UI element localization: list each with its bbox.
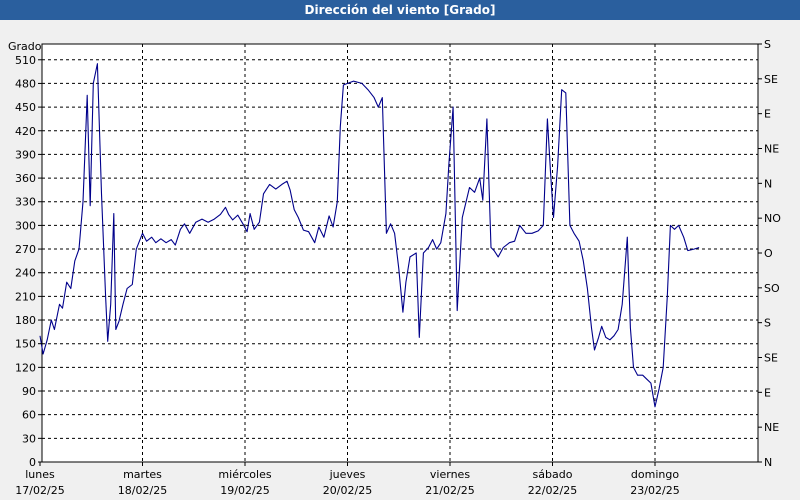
y-tick-label: 390	[15, 148, 36, 161]
compass-tick-label: N	[764, 456, 772, 469]
x-tick-day-label: miércoles	[218, 468, 271, 481]
y-tick-label: 300	[15, 219, 36, 232]
x-tick-day-label: domingo	[631, 468, 679, 481]
compass-tick-label: NO	[764, 212, 781, 225]
y-tick-label: 210	[15, 290, 36, 303]
wind-direction-chart: 0306090120150180210240270300330360390420…	[8, 38, 781, 497]
y-tick-label: 30	[22, 432, 36, 445]
compass-tick-label: N	[764, 177, 772, 190]
compass-tick-label: S	[764, 317, 771, 330]
y-tick-label: 60	[22, 409, 36, 422]
compass-axis: N NE E SE S SO O NO N NE E SE S	[758, 38, 781, 469]
x-tick-date-label: 19/02/25	[220, 484, 269, 497]
y-axis: 0306090120150180210240270300330360390420…	[15, 54, 42, 469]
compass-tick-label: E	[764, 108, 771, 121]
x-tick-day-label: lunes	[25, 468, 55, 481]
compass-tick-label: SO	[764, 282, 780, 295]
y-tick-label: 360	[15, 172, 36, 185]
x-tick-day-label: jueves	[329, 468, 366, 481]
compass-tick-label: O	[764, 247, 773, 260]
y-tick-label: 330	[15, 196, 36, 209]
x-tick-date-label: 17/02/25	[15, 484, 64, 497]
y-tick-label: 270	[15, 243, 36, 256]
y-tick-label: 180	[15, 314, 36, 327]
compass-tick-label: SE	[764, 352, 778, 365]
x-tick-day-label: viernes	[430, 468, 470, 481]
y-tick-label: 120	[15, 361, 36, 374]
compass-tick-label: NE	[764, 143, 779, 156]
compass-tick-label: S	[764, 38, 771, 51]
x-tick-date-label: 22/02/25	[528, 484, 577, 497]
x-tick-date-label: 21/02/25	[425, 484, 474, 497]
x-tick-day-label: martes	[123, 468, 162, 481]
y-tick-label: 450	[15, 101, 36, 114]
y-tick-label: 480	[15, 77, 36, 90]
x-tick-date-label: 23/02/25	[630, 484, 679, 497]
compass-tick-label: NE	[764, 421, 779, 434]
y-tick-label: 420	[15, 125, 36, 138]
y-tick-label: 90	[22, 385, 36, 398]
y-tick-label: 240	[15, 267, 36, 280]
y-tick-label: 510	[15, 54, 36, 67]
compass-tick-label: SE	[764, 73, 778, 86]
y-tick-label: 150	[15, 338, 36, 351]
x-tick-date-label: 20/02/25	[323, 484, 372, 497]
x-tick-day-label: sábado	[533, 468, 573, 481]
y-axis-label: Grado	[8, 40, 42, 53]
x-axis: lunes 17/02/25 martes 18/02/25 miércoles 19/0…	[15, 462, 680, 497]
x-tick-date-label: 18/02/25	[118, 484, 167, 497]
compass-tick-label: E	[764, 386, 771, 399]
